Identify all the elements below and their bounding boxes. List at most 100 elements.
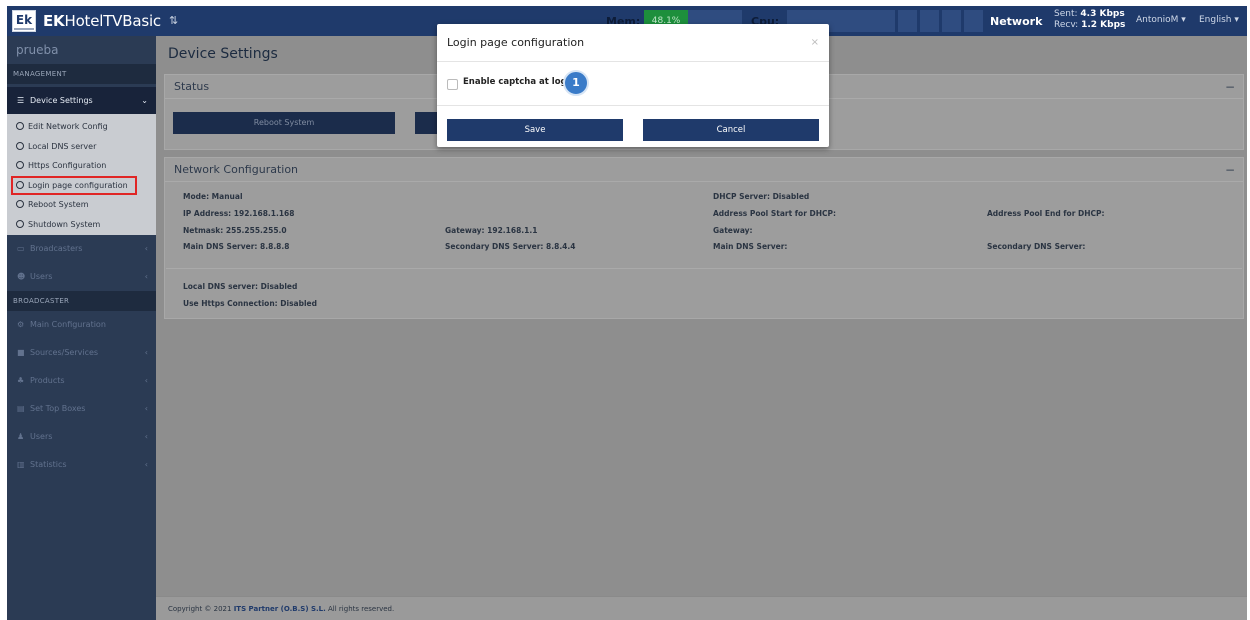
network-configuration-panel: Network Configuration − Mode: Manual IP … — [164, 157, 1244, 319]
management-header: MANAGEMENT — [7, 64, 156, 84]
sidebar-subitem-label: Shutdown System — [28, 219, 101, 229]
netmask-value: Netmask: 255.255.255.0 — [183, 226, 287, 235]
sidebar-item-label: Users — [30, 272, 53, 281]
sidebar-item-label: Users — [30, 432, 53, 441]
sidebar-item-device-settings[interactable]: ☰ Device Settings ⌄ — [7, 87, 156, 114]
language-menu[interactable]: English ▾ — [1199, 15, 1239, 25]
close-icon[interactable]: × — [811, 24, 819, 62]
dhcp-pool-start-value: Address Pool Start for DHCP: — [713, 209, 837, 218]
brand-bold: EK — [43, 12, 65, 30]
chevron-left-icon: ‹ — [144, 460, 148, 469]
user-icon: ♟ — [17, 432, 25, 441]
recv-value: 1.2 Kbps — [1081, 20, 1126, 30]
sidebar-item-label: Statistics — [30, 460, 67, 469]
mode-value: Mode: Manual — [183, 192, 243, 201]
broadcaster-header: BROADCASTER — [7, 291, 156, 311]
site-name: prueba — [7, 36, 156, 64]
sidebar-item-label: Device Settings — [30, 96, 93, 105]
sidebar-item-main-configuration[interactable]: ⚙ Main Configuration — [7, 311, 156, 339]
sidebar-item-products[interactable]: ♣ Products ‹ — [7, 367, 156, 395]
cancel-button[interactable]: Cancel — [643, 119, 819, 141]
sidebar-subitem-local-dns-server[interactable]: Local DNS server — [7, 137, 156, 157]
monitor-icon: ▭ — [17, 244, 25, 253]
reboot-system-button[interactable]: Reboot System — [173, 112, 395, 134]
sidebar-item-sources-services[interactable]: ■ Sources/Services ‹ — [7, 339, 156, 367]
sent-label: Sent: — [1054, 9, 1078, 19]
modal-body: Enable captcha at login 1 — [437, 62, 829, 106]
dhcp-server-value: DHCP Server: Disabled — [713, 192, 810, 201]
circle-icon — [16, 141, 24, 150]
sidebar-item-label: Products — [30, 376, 65, 385]
device-settings-submenu: Edit Network Config Local DNS server Htt… — [7, 114, 156, 235]
chevron-left-icon: ‹ — [144, 432, 148, 441]
login-page-config-modal: Login page configuration × Enable captch… — [437, 24, 829, 147]
captcha-checkbox[interactable] — [447, 79, 458, 90]
captcha-checkbox-label[interactable]: Enable captcha at login — [463, 77, 576, 87]
menu-lines-icon: ☰ — [17, 96, 25, 105]
footer-prefix: Copyright © 2021 — [168, 605, 234, 613]
sidebar-subitem-label: Edit Network Config — [28, 122, 108, 131]
sidebar: prueba MANAGEMENT ☰ Device Settings ⌄ Edi… — [7, 36, 156, 620]
sidebar-subitem-label: Https Configuration — [28, 161, 107, 170]
chevron-left-icon: ‹ — [144, 404, 148, 413]
collapse-icon[interactable]: − — [1225, 75, 1235, 99]
cpu-bar-3 — [920, 10, 939, 32]
circle-icon — [16, 219, 24, 228]
chevron-down-icon: ⌄ — [141, 96, 148, 105]
circle-icon — [16, 122, 24, 130]
sidebar-subitem-reboot-system[interactable]: Reboot System — [7, 195, 156, 215]
gateway-value: Gateway: 192.168.1.1 — [445, 226, 538, 235]
footer-company-link[interactable]: ITS Partner (O.B.S) S.L. — [234, 605, 326, 613]
https-status: Use Https Connection: Disabled — [183, 299, 317, 308]
brand-name[interactable]: EKHotelTVBasic — [43, 12, 161, 30]
sent-value: 4.3 Kbps — [1080, 9, 1125, 19]
chevron-left-icon: ‹ — [144, 244, 148, 253]
cubes-icon: ♣ — [17, 376, 25, 385]
circle-icon — [16, 200, 24, 208]
save-button[interactable]: Save — [447, 119, 623, 141]
sidebar-item-label: Main Configuration — [30, 320, 106, 329]
sidebar-subitem-label: Login page configuration — [28, 180, 128, 190]
sidebar-item-label: Set Top Boxes — [30, 404, 86, 413]
page-title: Device Settings — [168, 46, 278, 62]
sidebar-subitem-https-configuration[interactable]: Https Configuration — [7, 156, 156, 176]
logo-text: Ek — [15, 13, 33, 27]
sidebar-item-users-broadcaster[interactable]: ♟ Users ‹ — [7, 423, 156, 451]
user-menu[interactable]: AntonioM ▾ — [1136, 15, 1186, 25]
brand-rest: HotelTVBasic — [64, 12, 161, 30]
sidebar-item-label: Broadcasters — [30, 244, 83, 253]
footer: Copyright © 2021 ITS Partner (O.B.S) S.L… — [156, 596, 1247, 620]
sidebar-subitem-label: Reboot System — [28, 200, 89, 209]
bar-chart-icon: ▥ — [17, 460, 25, 469]
footer-suffix: All rights reserved. — [325, 605, 395, 613]
dhcp-gateway-value: Gateway: — [713, 226, 753, 235]
hdd-icon: ▤ — [17, 404, 25, 413]
sidebar-subitem-shutdown-system[interactable]: Shutdown System — [7, 215, 156, 235]
sidebar-item-broadcasters[interactable]: ▭ Broadcasters ‹ — [7, 235, 156, 263]
section-divider — [166, 268, 1242, 269]
gears-icon: ⚙ — [17, 320, 25, 329]
chevron-left-icon: ‹ — [144, 272, 148, 281]
ip-address-value: IP Address: 192.168.1.168 — [183, 209, 295, 218]
network-details: Mode: Manual IP Address: 192.168.1.168 N… — [165, 158, 1243, 318]
status-panel-title: Status — [174, 80, 210, 93]
chevron-left-icon: ‹ — [144, 348, 148, 357]
sidebar-subitem-login-page-configuration[interactable]: Login page configuration — [11, 175, 137, 195]
sidebar-item-set-top-boxes[interactable]: ▤ Set Top Boxes ‹ — [7, 395, 156, 423]
modal-title: Login page configuration — [447, 36, 585, 49]
sidebar-subitem-label: Local DNS server — [28, 141, 97, 151]
dhcp-pool-end-value: Address Pool End for DHCP: — [987, 209, 1105, 218]
video-camera-icon: ■ — [17, 348, 25, 357]
main-dns-value: Main DNS Server: 8.8.8.8 — [183, 242, 290, 251]
sidebar-toggle-icon[interactable]: ⇅ — [169, 14, 178, 27]
cpu-bar-5 — [964, 10, 983, 32]
sidebar-subitem-edit-network-config[interactable]: Edit Network Config — [7, 117, 156, 137]
sidebar-item-users-management[interactable]: ☻ Users ‹ — [7, 263, 156, 291]
sidebar-item-statistics[interactable]: ▥ Statistics ‹ — [7, 451, 156, 479]
circle-icon — [16, 180, 24, 189]
secondary-dns-value: Secondary DNS Server: 8.8.4.4 — [445, 242, 576, 251]
dhcp-secondary-dns-value: Secondary DNS Server: — [987, 242, 1086, 251]
modal-header: Login page configuration × — [437, 24, 829, 62]
cpu-bar-2 — [898, 10, 917, 32]
chevron-left-icon: ‹ — [144, 376, 148, 385]
